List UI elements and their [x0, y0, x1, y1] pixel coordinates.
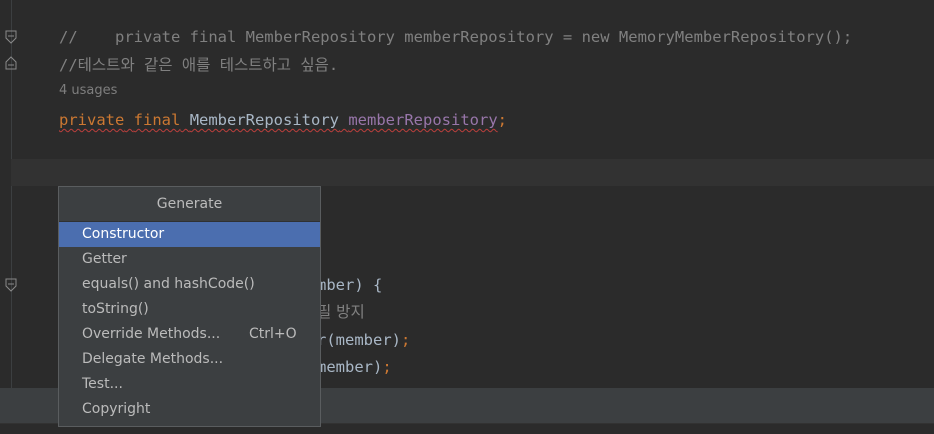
code-line-call[interactable]: r(member);	[317, 330, 410, 350]
semicolon: ;	[497, 111, 507, 129]
keyword-final: final	[133, 111, 181, 129]
menu-item-override-methods[interactable]: Override Methods... Ctrl+O	[59, 322, 320, 347]
popup-list: Constructor Getter equals() and hashCode…	[59, 222, 320, 422]
menu-item-test[interactable]: Test...	[59, 372, 320, 397]
menu-item-label: Test...	[82, 376, 123, 392]
menu-item-tostring[interactable]: toString()	[59, 297, 320, 322]
call-text: member)	[317, 358, 383, 376]
code-line-method-signature[interactable]: mber) {	[317, 275, 382, 295]
menu-item-label: Copyright	[82, 401, 151, 417]
code-line-call[interactable]: member);	[317, 357, 392, 377]
code-line-comment-partial[interactable]: 필 방지	[317, 302, 365, 322]
field-name: memberRepository	[348, 111, 498, 129]
menu-item-label: Override Methods...	[82, 326, 221, 342]
menu-item-label: Delegate Methods...	[82, 351, 224, 367]
semicolon: ;	[382, 358, 392, 376]
menu-item-shortcut: Ctrl+O	[249, 326, 297, 342]
fold-open-icon[interactable]	[5, 30, 17, 44]
menu-item-constructor[interactable]: Constructor	[59, 222, 320, 247]
usages-hint[interactable]: 4 usages	[59, 83, 117, 98]
popup-title: Generate	[59, 187, 320, 222]
menu-item-label: Constructor	[82, 226, 165, 242]
call-text: r(member)	[317, 331, 401, 349]
code-line-comment[interactable]: //테스트와 같은 애를 테스트하고 싶음.	[59, 55, 338, 75]
menu-item-getter[interactable]: Getter	[59, 247, 320, 272]
keyword-private: private	[59, 111, 125, 129]
type-name: MemberRepository	[189, 111, 339, 129]
fold-open-icon[interactable]	[5, 278, 17, 292]
comment-body: private final MemberRepository memberRep…	[77, 28, 853, 46]
code-line-commented[interactable]: // private final MemberRepository member…	[59, 27, 852, 47]
menu-item-equals-hashcode[interactable]: equals() and hashCode()	[59, 272, 320, 297]
menu-item-label: toString()	[82, 301, 149, 317]
fold-close-icon[interactable]	[5, 56, 17, 70]
current-line-highlight	[11, 159, 934, 186]
menu-item-label: Getter	[82, 251, 127, 267]
menu-item-copyright[interactable]: Copyright	[59, 397, 320, 422]
menu-item-delegate-methods[interactable]: Delegate Methods...	[59, 347, 320, 372]
semicolon: ;	[401, 331, 411, 349]
code-line-field-declaration[interactable]: private final MemberRepository memberRep…	[59, 110, 507, 130]
comment-prefix: //	[59, 28, 78, 46]
menu-item-label: equals() and hashCode()	[82, 276, 255, 292]
generate-popup[interactable]: Generate Constructor Getter equals() and…	[58, 186, 321, 427]
